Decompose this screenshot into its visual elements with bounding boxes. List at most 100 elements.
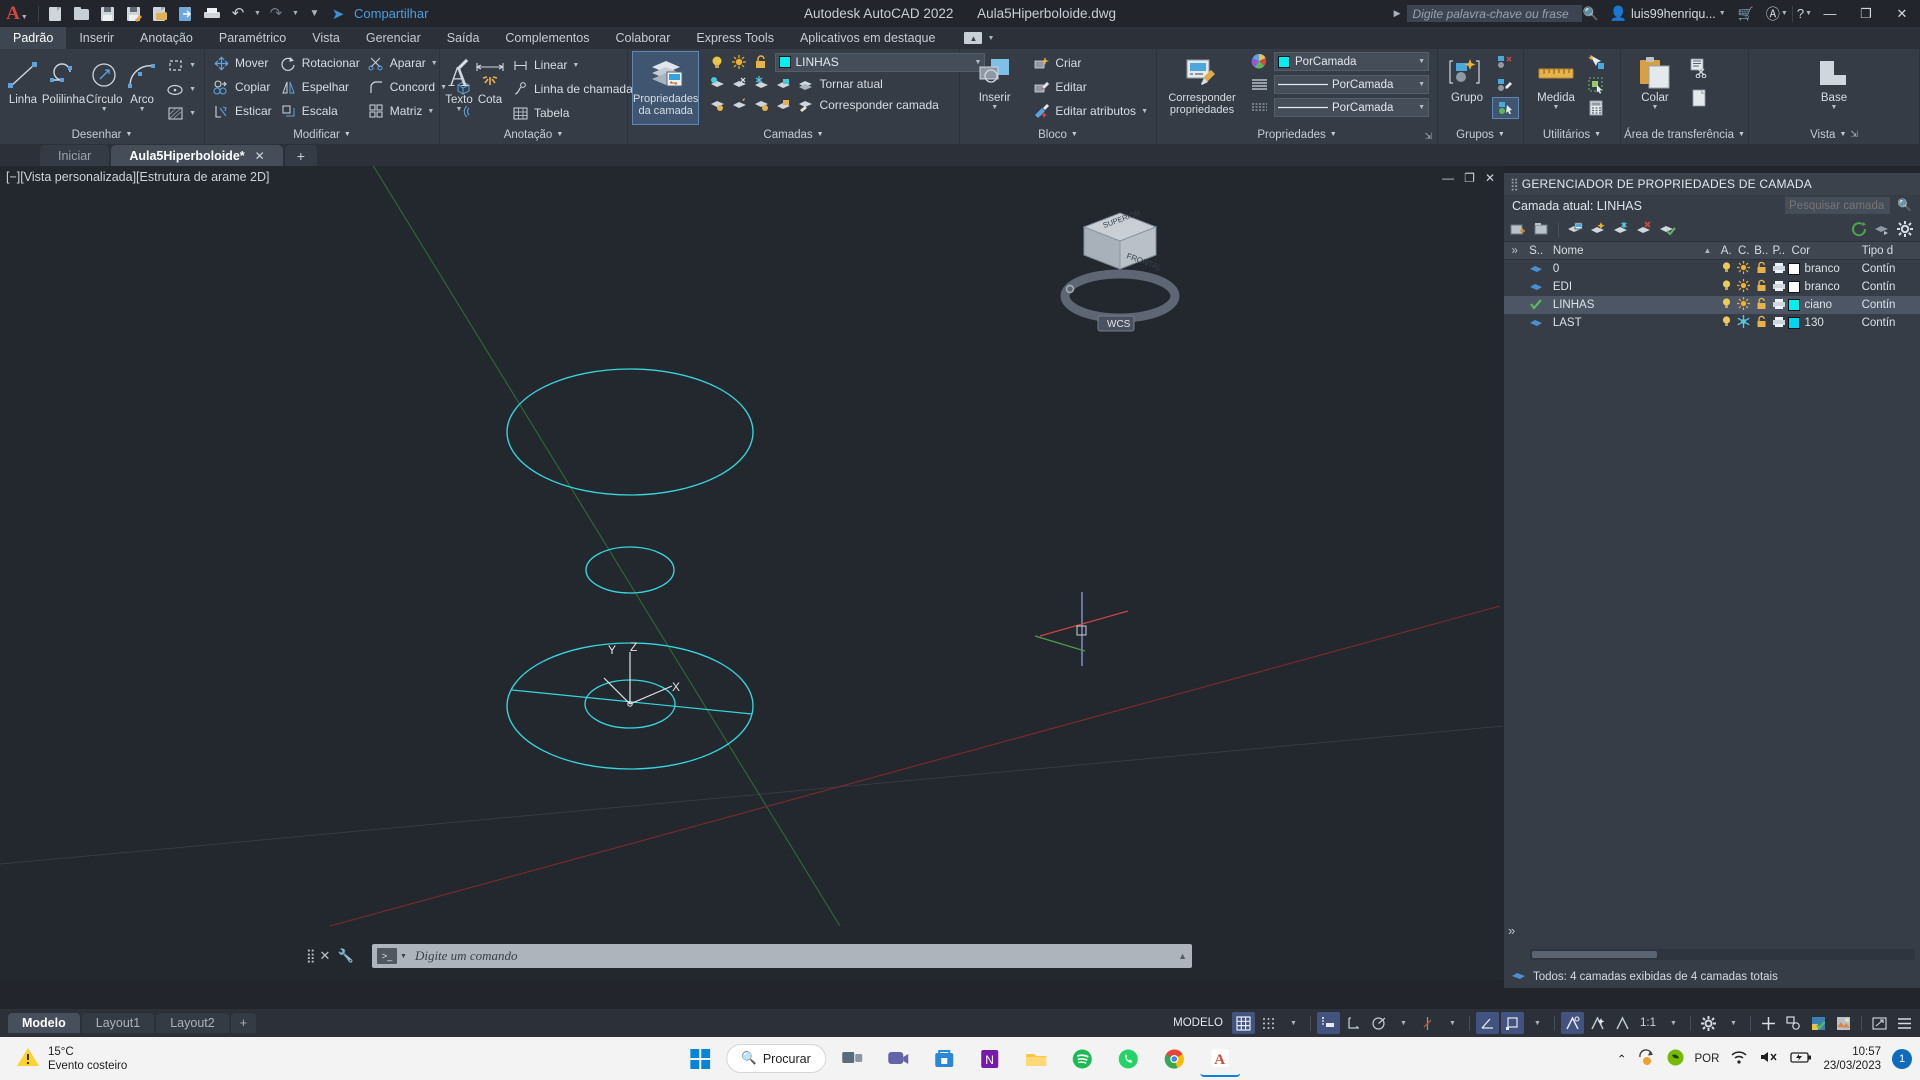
chevron-down-icon[interactable]: ▼ <box>400 953 407 960</box>
table-row[interactable]: LAST 130 Contín <box>1504 314 1920 332</box>
weather-widget[interactable]: 15°C Evento costeiro <box>16 1045 127 1073</box>
command-prompt-icon[interactable]: >_ <box>377 948 397 964</box>
row-plot-toggle[interactable] <box>1770 316 1788 331</box>
spotify-app[interactable] <box>1062 1041 1102 1077</box>
tool-desagrupar[interactable] <box>1492 51 1519 73</box>
new-layout-button[interactable]: + <box>230 1013 257 1033</box>
row-layer-name[interactable]: EDI <box>1547 281 1718 293</box>
tool-polilinha[interactable]: Polilinha <box>42 53 85 106</box>
tool-selecao-grupo[interactable] <box>1492 97 1519 119</box>
layer-filter-icon[interactable] <box>1874 221 1891 238</box>
taskbar-search-button[interactable]: 🔍 Procurar <box>726 1044 826 1073</box>
annotation-scale-value[interactable]: 1:1 <box>1636 1012 1660 1034</box>
row-layer-name[interactable]: LINHAS <box>1547 299 1718 311</box>
undo-icon[interactable]: ↶ <box>225 2 251 26</box>
color-dropdown[interactable]: PorCamada ▼ <box>1274 52 1429 71</box>
delete-layer-icon[interactable] <box>1636 220 1653 238</box>
property-lineweight-control[interactable]: PorCamada ▼ <box>1247 97 1433 118</box>
row-layer-name[interactable]: 0 <box>1547 263 1718 275</box>
expand-filters-icon[interactable]: » <box>1504 245 1525 257</box>
property-color-control[interactable]: PorCamada ▼ <box>1247 51 1433 72</box>
snap-mode-toggle[interactable] <box>1257 1012 1280 1034</box>
column-plot[interactable]: P.. <box>1770 245 1788 257</box>
save-icon[interactable] <box>95 2 121 26</box>
layout-tab-layout1[interactable]: Layout1 <box>81 1013 155 1033</box>
ribbon-tab-aplicativos[interactable]: Aplicativos em destaque <box>787 27 949 49</box>
new-file-icon[interactable] <box>43 2 69 26</box>
username-label[interactable]: luis99henriqu... <box>1631 7 1716 21</box>
tool-hachura[interactable]: ▼ <box>163 101 200 125</box>
ribbon-panel-bloco-title[interactable]: Bloco ▼ <box>960 125 1156 144</box>
tool-selecao-rapida[interactable] <box>1584 51 1609 73</box>
chevron-down-icon[interactable]: ▼ <box>987 35 994 42</box>
chevron-down-icon[interactable]: ▼ <box>456 106 463 113</box>
osnap-tracking-dropdown[interactable]: ▼ <box>1441 1012 1463 1034</box>
ribbon-panel-camadas-title[interactable]: Camadas ▼ <box>628 125 959 144</box>
layer-states-icon[interactable] <box>1590 221 1607 238</box>
document-tab-aula5hiperboloide[interactable]: Aula5Hiperboloide* ✕ <box>111 145 283 166</box>
ribbon-tab-gerenciar[interactable]: Gerenciar <box>353 27 434 49</box>
workspace-settings-icon[interactable] <box>1697 1012 1720 1034</box>
layout-tab-modelo[interactable]: Modelo <box>8 1013 80 1033</box>
ortho-mode-toggle[interactable] <box>1342 1012 1365 1034</box>
new-layer-frozen-icon[interactable] <box>1533 221 1550 238</box>
row-freeze-toggle[interactable] <box>1735 279 1753 295</box>
tool-rotacionar[interactable]: Rotacionar <box>276 51 364 75</box>
store-app[interactable] <box>924 1041 964 1077</box>
tool-elipse[interactable]: ▼ <box>163 77 200 101</box>
row-freeze-toggle[interactable] <box>1735 297 1753 313</box>
help-search-input[interactable] <box>1406 5 1582 22</box>
whatsapp-app[interactable] <box>1108 1041 1148 1077</box>
row-layer-name[interactable]: LAST <box>1547 317 1718 329</box>
autodesk-app-icon[interactable]: Ⓐ <box>1766 4 1780 24</box>
row-color-swatch[interactable] <box>1787 317 1800 329</box>
tool-linha[interactable]: Linha <box>4 53 42 106</box>
match-layer-icon[interactable] <box>797 96 814 113</box>
tool-retangulo[interactable]: ▼ <box>163 53 200 77</box>
customize-wrench-icon[interactable]: 🔧 <box>337 948 353 964</box>
layer-lock-icon[interactable] <box>775 75 792 92</box>
row-color-swatch[interactable] <box>1787 299 1800 311</box>
panel-dialog-launcher-icon[interactable]: ⇲ <box>1850 129 1858 140</box>
tool-medida[interactable]: Medida ▼ <box>1528 51 1584 111</box>
auto-scale-toggle[interactable] <box>1586 1012 1609 1034</box>
viewport-close-button[interactable]: ✕ <box>1485 171 1495 185</box>
plot-icon[interactable] <box>199 2 225 26</box>
row-linetype[interactable]: Contín <box>1862 299 1920 311</box>
row-lock-toggle[interactable] <box>1752 315 1770 331</box>
chevron-down-icon[interactable]: ▼ <box>139 106 146 113</box>
onedrive-sync-icon[interactable] <box>1638 1049 1656 1068</box>
restore-window-button[interactable]: ❐ <box>1848 0 1884 27</box>
chevron-down-icon[interactable]: ▼ <box>1141 108 1148 115</box>
tool-propriedades-da-camada[interactable]: Propriedades da camada <box>632 51 700 125</box>
help-icon[interactable]: ? <box>1797 6 1804 21</box>
tool-calculadora[interactable] <box>1584 97 1609 119</box>
close-window-button[interactable]: ✕ <box>1884 0 1920 27</box>
linetype-dropdown[interactable]: PorCamada ▼ <box>1274 75 1429 94</box>
ribbon-panel-anotacao-title[interactable]: Anotação ▼ <box>440 125 627 144</box>
tool-base[interactable]: Base ▼ <box>1805 51 1863 111</box>
lineweight-dropdown[interactable]: PorCamada ▼ <box>1274 98 1429 117</box>
notification-badge[interactable]: 1 <box>1892 1048 1912 1069</box>
row-linetype[interactable]: Contín <box>1862 317 1920 329</box>
layer-turn-on-icon[interactable] <box>709 96 726 113</box>
dynamic-ucs-toggle[interactable] <box>1501 1012 1524 1034</box>
row-plot-toggle[interactable] <box>1770 262 1788 277</box>
help-chevron-icon[interactable]: ▼ <box>1805 10 1812 17</box>
palette-horizontal-scrollbar[interactable] <box>1530 949 1915 960</box>
chevron-down-icon[interactable]: ▼ <box>1418 58 1425 65</box>
account-chevron-icon[interactable]: ▼ <box>1719 10 1726 17</box>
command-input-placeholder[interactable]: Digite um comando <box>415 948 518 964</box>
layer-merge-icon[interactable] <box>753 96 770 113</box>
tool-tornar-atual-label[interactable]: Tornar atual <box>819 77 882 91</box>
tool-criar-bloco[interactable]: Criar <box>1029 51 1152 75</box>
layer-search-input[interactable] <box>1785 197 1890 214</box>
share-icon[interactable]: ➤ <box>327 2 349 26</box>
share-button[interactable]: Compartilhar <box>354 6 428 21</box>
tool-circulo[interactable]: Círculo ▼ <box>85 53 123 113</box>
layer-off-icon[interactable] <box>731 75 748 92</box>
tool-selecionar-tudo[interactable] <box>1584 74 1609 96</box>
viewport-restore-button[interactable]: ❐ <box>1464 171 1475 185</box>
row-linetype[interactable]: Contín <box>1862 263 1920 275</box>
close-icon[interactable]: ✕ <box>255 149 265 163</box>
